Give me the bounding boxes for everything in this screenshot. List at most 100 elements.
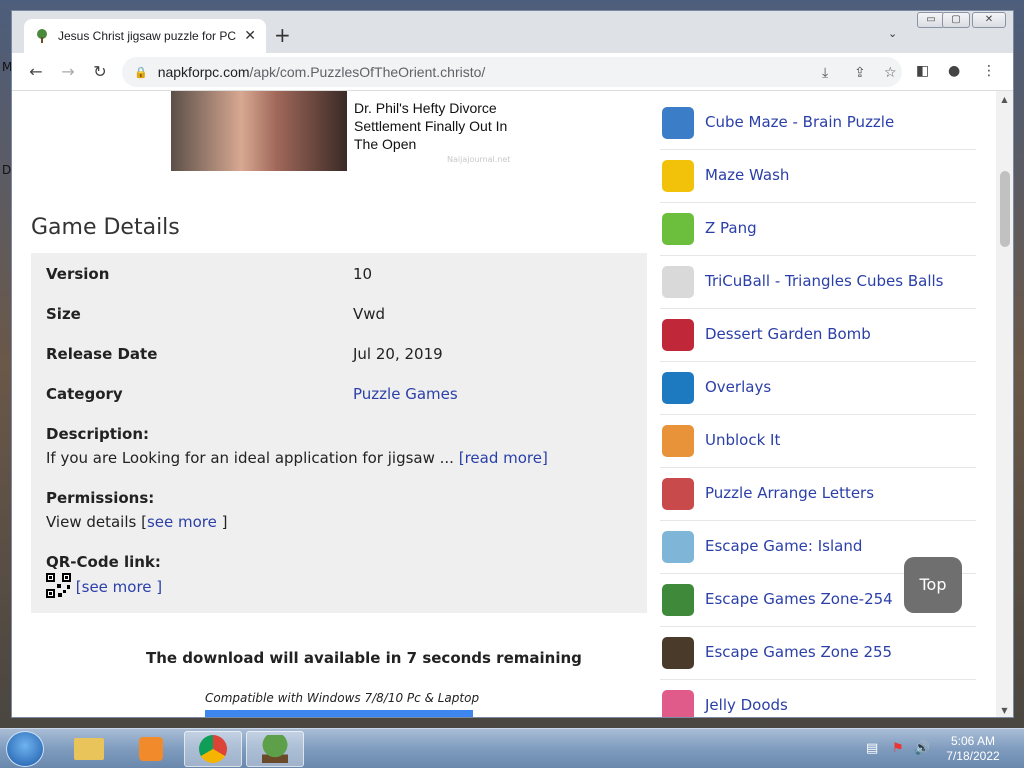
maximize-button[interactable]: ▢ [942, 12, 970, 28]
description-label: Description: [46, 425, 150, 443]
related-game-link[interactable]: Z Pang [705, 219, 757, 237]
related-game-link[interactable]: Overlays [705, 378, 771, 396]
related-game-item[interactable]: Dessert Garden Bomb [660, 309, 976, 362]
related-game-link[interactable]: Unblock It [705, 431, 780, 449]
install-app-icon[interactable]: ⤓ [822, 65, 828, 81]
permissions-label: Permissions: [46, 489, 155, 507]
detail-key: Size [46, 305, 81, 323]
related-game-item[interactable]: Jelly Doods [660, 680, 976, 717]
action-center-icon[interactable]: ⚑ [892, 741, 904, 756]
download-progress-bar[interactable] [205, 710, 473, 717]
profile-avatar-icon[interactable]: ● [948, 63, 960, 79]
reload-icon[interactable]: ↻ [90, 62, 110, 81]
escape-games-zone-254-icon[interactable] [662, 584, 694, 616]
system-clock[interactable]: 5:06 AM 7/18/2022 [938, 734, 1008, 764]
new-tab-button[interactable]: + [274, 25, 291, 45]
back-icon[interactable]: ← [26, 62, 46, 81]
ad-headline[interactable]: Dr. Phil's Hefty Divorce Settlement Fina… [354, 99, 514, 153]
unblock-it-icon[interactable] [662, 425, 694, 457]
overlays-icon[interactable] [662, 372, 694, 404]
start-button[interactable] [6, 731, 44, 767]
cube-maze-icon[interactable] [662, 107, 694, 139]
folder-icon [74, 738, 104, 760]
url-text: napkforpc.com/apk/com.PuzzlesOfTheOrient… [158, 64, 486, 80]
page-scrollbar[interactable]: ▲ ▼ [996, 91, 1013, 717]
related-game-link[interactable]: TriCuBall - Triangles Cubes Balls [705, 272, 943, 290]
puzzle-arrange-letters-icon[interactable] [662, 478, 694, 510]
download-countdown: The download will available in 7 seconds… [146, 649, 582, 667]
permissions-see-more-link[interactable]: see more [147, 513, 217, 531]
chrome-icon [199, 735, 227, 763]
tab-active[interactable]: Jesus Christ jigsaw puzzle for PC ✕ [24, 19, 266, 53]
description-text: If you are Looking for an ideal applicat… [46, 449, 454, 467]
close-window-button[interactable]: ✕ [972, 12, 1006, 28]
address-bar[interactable]: 🔒 napkforpc.com/apk/com.PuzzlesOfTheOrie… [122, 57, 902, 87]
related-game-item[interactable]: Z Pang [660, 203, 976, 256]
network-icon[interactable]: ▤ [866, 741, 878, 756]
related-game-link[interactable]: Maze Wash [705, 166, 789, 184]
related-game-link[interactable]: Escape Game: Island [705, 537, 862, 555]
related-game-item[interactable]: Puzzle Arrange Letters [660, 468, 976, 521]
related-game-link[interactable]: Puzzle Arrange Letters [705, 484, 874, 502]
maze-wash-icon[interactable] [662, 160, 694, 192]
z-pang-icon[interactable] [662, 213, 694, 245]
related-game-item[interactable]: TriCuBall - Triangles Cubes Balls [660, 256, 976, 309]
chrome-taskbar-button[interactable] [184, 731, 242, 767]
tab-search-icon[interactable]: ⌄ [888, 27, 897, 40]
tab-strip: Jesus Christ jigsaw puzzle for PC ✕ + ⌄ … [12, 11, 1013, 53]
related-game-item[interactable]: Unblock It [660, 415, 976, 468]
tab-close-icon[interactable]: ✕ [244, 28, 256, 44]
detail-value: Jul 20, 2019 [353, 345, 443, 363]
advertisement[interactable]: Dr. Phil's Hefty Divorce Settlement Fina… [171, 91, 511, 171]
detail-value: 10 [353, 265, 373, 283]
forward-icon[interactable]: → [58, 62, 78, 81]
tricuball-icon[interactable] [662, 266, 694, 298]
dessert-garden-bomb-icon[interactable] [662, 319, 694, 351]
lock-icon[interactable]: 🔒 [134, 66, 148, 79]
ad-source: Naijajournal.net [447, 155, 511, 164]
detail-value: Vwd [353, 305, 386, 323]
related-game-link[interactable]: Jelly Doods [705, 696, 788, 714]
puzzle-app-taskbar-button[interactable] [246, 731, 304, 767]
taskbar: ▤ ⚑ 🔊 5:06 AM 7/18/2022 [0, 728, 1024, 768]
related-game-item[interactable]: Escape Games Zone 255 [660, 627, 976, 680]
side-panel-icon[interactable]: ◧ [916, 63, 929, 79]
browser-toolbar: ← → ↻ 🔒 napkforpc.com/apk/com.PuzzlesOfT… [12, 53, 1013, 91]
detail-key: Category [46, 385, 123, 403]
share-icon[interactable]: ⇪ [854, 65, 866, 81]
escape-games-zone-255-icon[interactable] [662, 637, 694, 669]
game-details-panel: Version 10 Size Vwd Release Date Jul 20,… [31, 253, 647, 613]
compatibility-text: Compatible with Windows 7/8/10 Pc & Lapt… [205, 691, 480, 705]
explorer-taskbar-button[interactable] [60, 731, 118, 767]
related-game-item[interactable]: Cube Maze - Brain Puzzle [660, 97, 976, 150]
bookmark-star-icon[interactable]: ☆ [884, 65, 897, 81]
permissions-block: Permissions: View details [see more ] [46, 489, 228, 531]
browser-window: Jesus Christ jigsaw puzzle for PC ✕ + ⌄ … [11, 10, 1014, 718]
ad-image[interactable] [171, 91, 347, 171]
back-to-top-button[interactable]: Top [904, 557, 962, 613]
qr-label: QR-Code link: [46, 553, 161, 571]
category-link[interactable]: Puzzle Games [353, 385, 458, 403]
qr-block: QR-Code link: [see more ] [46, 553, 162, 602]
related-game-link[interactable]: Escape Games Zone 255 [705, 643, 892, 661]
scroll-up-icon[interactable]: ▲ [996, 95, 1013, 104]
escape-game-island-icon[interactable] [662, 531, 694, 563]
media-player-taskbar-button[interactable] [122, 731, 180, 767]
jelly-doods-icon[interactable] [662, 690, 694, 717]
read-more-link[interactable]: [read more] [459, 449, 548, 467]
scroll-down-icon[interactable]: ▼ [996, 706, 1013, 715]
url-host: napkforpc.com [157, 64, 250, 80]
related-game-link[interactable]: Cube Maze - Brain Puzzle [705, 113, 894, 131]
menu-kebab-icon[interactable]: ⋮ [982, 63, 996, 79]
tree-favicon-icon [34, 28, 50, 44]
related-game-item[interactable]: Maze Wash [660, 150, 976, 203]
media-player-icon [139, 737, 163, 761]
related-game-item[interactable]: Overlays [660, 362, 976, 415]
volume-icon[interactable]: 🔊 [914, 741, 930, 756]
related-game-link[interactable]: Escape Games Zone-254 [705, 590, 893, 608]
scrollbar-thumb[interactable] [1000, 171, 1010, 247]
desktop-text: D [2, 163, 12, 177]
qr-see-more-link[interactable]: [see more ] [76, 578, 162, 596]
related-game-link[interactable]: Dessert Garden Bomb [705, 325, 871, 343]
minimize-button[interactable]: ▭ [917, 12, 945, 28]
